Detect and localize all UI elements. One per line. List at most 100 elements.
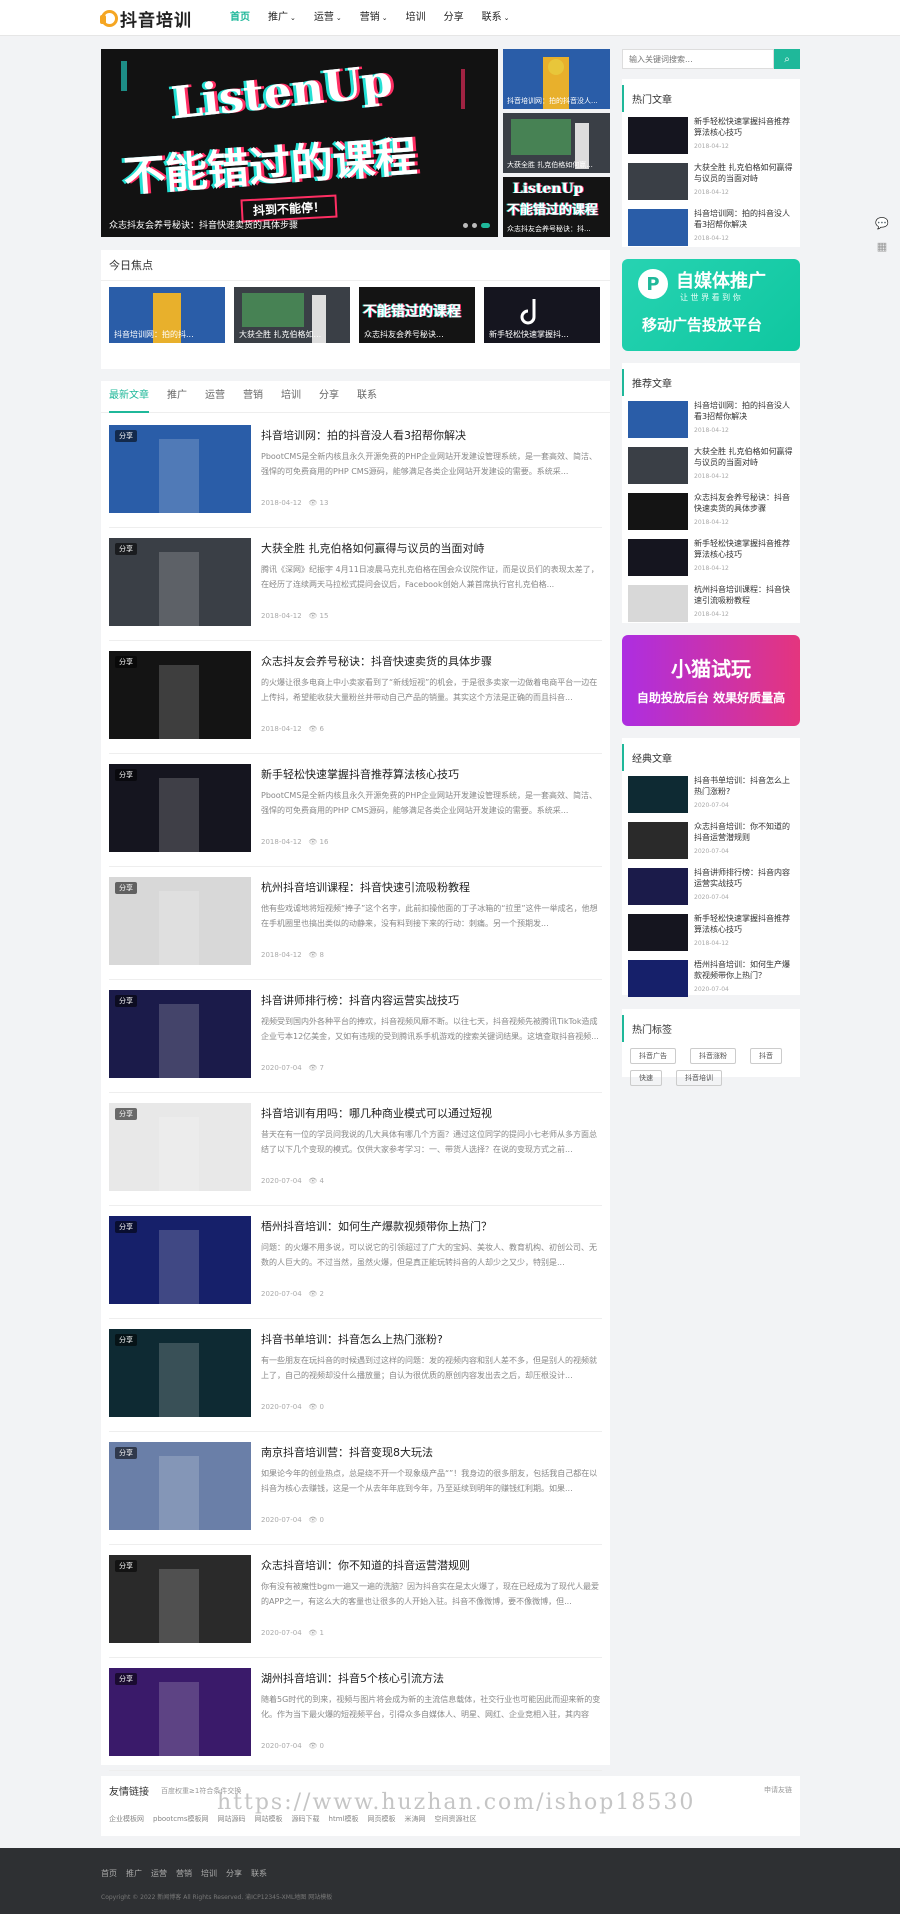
tab-training[interactable]: 培训 [281, 381, 301, 413]
tag-item[interactable]: 快速 [630, 1070, 662, 1086]
sidebar-article-item[interactable]: 抖音书单培训：抖音怎么上热门涨粉? 2020-07-04 [628, 773, 794, 819]
footer-link[interactable]: 首页 [101, 1868, 117, 1879]
friend-link[interactable]: 源码下载 [292, 1814, 320, 1824]
sidebar-article-title[interactable]: 抖音培训网：拍的抖音没人看3招帮你解决 [694, 208, 794, 230]
article-item[interactable]: 分享 湖州抖音培训：抖音5个核心引流方法 随着5G时代的到来，视频与图片将会成为新的… [109, 1658, 602, 1771]
friend-link[interactable]: pbootcms模板网 [153, 1814, 209, 1824]
article-thumb[interactable]: 分享 [109, 538, 251, 626]
sidebar-article-title[interactable]: 抖音讲师排行榜：抖音内容运营实战技巧 [694, 867, 794, 889]
article-thumb[interactable]: 分享 [109, 1216, 251, 1304]
article-thumb[interactable]: 分享 [109, 990, 251, 1078]
friend-link[interactable]: 企业模板网 [109, 1814, 144, 1824]
tab-operation[interactable]: 运营 [205, 381, 225, 413]
article-item[interactable]: 分享 南京抖音培训营：抖音变现8大玩法 如果论今年的创业热点，总是绕不开一个现象级产… [109, 1432, 602, 1545]
sidebar-article-thumb[interactable] [628, 401, 688, 438]
article-title[interactable]: 杭州抖音培训课程：抖音快速引流吸粉教程 [261, 879, 470, 895]
sidebar-article-thumb[interactable] [628, 776, 688, 813]
sidebar-article-item[interactable]: 大获全胜 扎克伯格如何赢得与议员的当面对峙 2018-04-12 [628, 160, 794, 206]
article-title[interactable]: 众志抖友会养号秘诀：抖音快速卖货的具体步骤 [261, 653, 492, 669]
article-title[interactable]: 大获全胜 扎克伯格如何赢得与议员的当面对峙 [261, 540, 485, 556]
sidebar-article-item[interactable]: 新手轻松快速掌握抖音推荐算法核心技巧 2018-04-12 [628, 911, 794, 957]
friend-link[interactable]: 网站源码 [218, 1814, 246, 1824]
tag-item[interactable]: 抖音广告 [630, 1048, 676, 1064]
sidebar-article-title[interactable]: 梧州抖音培训：如何生产爆款视频带你上热门？ [694, 959, 794, 981]
focus-item-1[interactable]: 抖音培训网：拍的抖... [109, 287, 225, 343]
footer-link[interactable]: 运营 [151, 1868, 167, 1879]
sidebar-article-title[interactable]: 杭州抖音培训课程：抖音快速引流吸粉教程 [694, 584, 794, 606]
ad-banner-media[interactable]: P 自媒体推广 让 世 界 看 到 你 移动广告投放平台 [622, 259, 800, 351]
sidebar-article-item[interactable]: 杭州抖音培训课程：抖音快速引流吸粉教程 2018-04-12 [628, 582, 794, 628]
article-item[interactable]: 分享 杭州抖音培训课程：抖音快速引流吸粉教程 他有些戏谑地将短视频“捧子”这个名字，… [109, 867, 602, 980]
sidebar-article-item[interactable]: 众志抖友会养号秘诀：抖音快速卖货的具体步骤 2018-04-12 [628, 490, 794, 536]
sidebar-article-item[interactable]: 抖音培训网：拍的抖音没人看3招帮你解决 2018-04-12 [628, 206, 794, 252]
nav-item-training[interactable]: 培训 [397, 0, 435, 36]
site-logo[interactable]: 抖音培训 [100, 7, 192, 31]
footer-link[interactable]: 培训 [201, 1868, 217, 1879]
qrcode-icon[interactable]: ▦ [873, 237, 891, 255]
article-thumb[interactable]: 分享 [109, 1555, 251, 1643]
article-item[interactable]: 分享 众志抖友会养号秘诀：抖音快速卖货的具体步骤 的火爆让很多电商上中小卖家看到了“… [109, 641, 602, 754]
sidebar-article-item[interactable]: 新手轻松快速掌握抖音推荐算法核心技巧 2018-04-12 [628, 536, 794, 582]
ad-banner-game[interactable]: 小猫试玩 自助投放后台 效果好质量高 [622, 635, 800, 726]
sidebar-article-title[interactable]: 新手轻松快速掌握抖音推荐算法核心技巧 [694, 913, 794, 935]
side-thumb-2[interactable]: 大获全胜 扎克伯格如何赢... [503, 113, 610, 173]
slider-title[interactable]: 众志抖友会养号秘诀：抖音快速卖货的具体步骤 [109, 218, 298, 231]
article-item[interactable]: 分享 抖音培训网：拍的抖音没人看3招帮你解决 PbootCMS是全新内核且永久开源免… [109, 415, 602, 528]
nav-item-share[interactable]: 分享 [435, 0, 473, 36]
focus-item-3[interactable]: 不能错过的课程 众志抖友会养号秘诀... [359, 287, 475, 343]
article-title[interactable]: 抖音讲师排行榜：抖音内容运营实战技巧 [261, 992, 459, 1008]
tag-item[interactable]: 抖音涨粉 [690, 1048, 736, 1064]
sidebar-article-item[interactable]: 梧州抖音培训：如何生产爆款视频带你上热门？ 2020-07-04 [628, 957, 794, 1003]
focus-item-4[interactable]: 新手轻松快速掌握抖... [484, 287, 600, 343]
sidebar-article-thumb[interactable] [628, 493, 688, 530]
article-title[interactable]: 南京抖音培训营：抖音变现8大玩法 [261, 1444, 433, 1460]
tab-share[interactable]: 分享 [319, 381, 339, 413]
sidebar-article-item[interactable]: 新手轻松快速掌握抖音推荐算法核心技巧 2018-04-12 [628, 114, 794, 160]
slider-dot[interactable] [472, 223, 477, 228]
article-thumb[interactable]: 分享 [109, 764, 251, 852]
sidebar-article-thumb[interactable] [628, 914, 688, 951]
sidebar-article-thumb[interactable] [628, 117, 688, 154]
sidebar-article-thumb[interactable] [628, 163, 688, 200]
article-item[interactable]: 分享 抖音书单培训：抖音怎么上热门涨粉? 有一些朋友在玩抖音的时候遇到过这样的问题：… [109, 1319, 602, 1432]
sidebar-article-thumb[interactable] [628, 447, 688, 484]
nav-item-marketing[interactable]: 营销 ⌄ [351, 0, 397, 36]
sidebar-article-thumb[interactable] [628, 960, 688, 997]
friend-link[interactable]: 网页模板 [367, 1814, 395, 1824]
article-title[interactable]: 抖音书单培训：抖音怎么上热门涨粉? [261, 1331, 443, 1347]
side-thumb-3[interactable]: ListenUp 不能错过的课程 众志抖友会养号秘诀：抖... [503, 177, 610, 237]
article-thumb[interactable]: 分享 [109, 1668, 251, 1756]
article-title[interactable]: 抖音培训有用吗：哪几种商业模式可以通过短视 [261, 1105, 492, 1121]
sidebar-article-thumb[interactable] [628, 868, 688, 905]
tab-latest[interactable]: 最新文章 [109, 381, 149, 413]
nav-item-home[interactable]: 首页 [221, 0, 259, 36]
sidebar-article-item[interactable]: 众志抖音培训：你不知道的抖音运营潜规则 2020-07-04 [628, 819, 794, 865]
friend-link[interactable]: 网站模板 [255, 1814, 283, 1824]
article-thumb[interactable]: 分享 [109, 425, 251, 513]
slider-dot[interactable] [463, 223, 468, 228]
search-button[interactable]: ⌕ [774, 49, 800, 69]
sidebar-article-title[interactable]: 大获全胜 扎克伯格如何赢得与议员的当面对峙 [694, 446, 794, 468]
friend-link[interactable]: html模板 [329, 1814, 359, 1824]
footer-link[interactable]: 推广 [126, 1868, 142, 1879]
tab-promotion[interactable]: 推广 [167, 381, 187, 413]
sidebar-article-item[interactable]: 大获全胜 扎克伯格如何赢得与议员的当面对峙 2018-04-12 [628, 444, 794, 490]
tag-item[interactable]: 抖音 [750, 1048, 782, 1064]
tab-contact[interactable]: 联系 [357, 381, 377, 413]
sidebar-article-title[interactable]: 众志抖友会养号秘诀：抖音快速卖货的具体步骤 [694, 492, 794, 514]
article-title[interactable]: 新手轻松快速掌握抖音推荐算法核心技巧 [261, 766, 459, 782]
sidebar-article-title[interactable]: 大获全胜 扎克伯格如何赢得与议员的当面对峙 [694, 162, 794, 184]
footer-link[interactable]: 分享 [226, 1868, 242, 1879]
nav-item-promotion[interactable]: 推广 ⌄ [259, 0, 305, 36]
article-title[interactable]: 湖州抖音培训：抖音5个核心引流方法 [261, 1670, 444, 1686]
article-item[interactable]: 分享 抖音讲师排行榜：抖音内容运营实战技巧 视频受到国内外各种平台的捧欢，抖音视频风… [109, 980, 602, 1093]
sidebar-article-item[interactable]: 抖音讲师排行榜：抖音内容运营实战技巧 2020-07-04 [628, 865, 794, 911]
side-thumb-1[interactable]: 抖音培训网：拍的抖音没人... [503, 49, 610, 109]
tag-item[interactable]: 抖音培训 [676, 1070, 722, 1086]
article-item[interactable]: 分享 众志抖音培训：你不知道的抖音运营潜规则 你有没有被魔性bgm一遍又一遍的洗脑？… [109, 1545, 602, 1658]
sidebar-article-thumb[interactable] [628, 585, 688, 622]
focus-item-2[interactable]: 大获全胜 扎克伯格如... [234, 287, 350, 343]
sidebar-article-title[interactable]: 新手轻松快速掌握抖音推荐算法核心技巧 [694, 538, 794, 560]
friend-link[interactable]: 米涛网 [404, 1814, 425, 1824]
nav-item-operation[interactable]: 运营 ⌄ [305, 0, 351, 36]
